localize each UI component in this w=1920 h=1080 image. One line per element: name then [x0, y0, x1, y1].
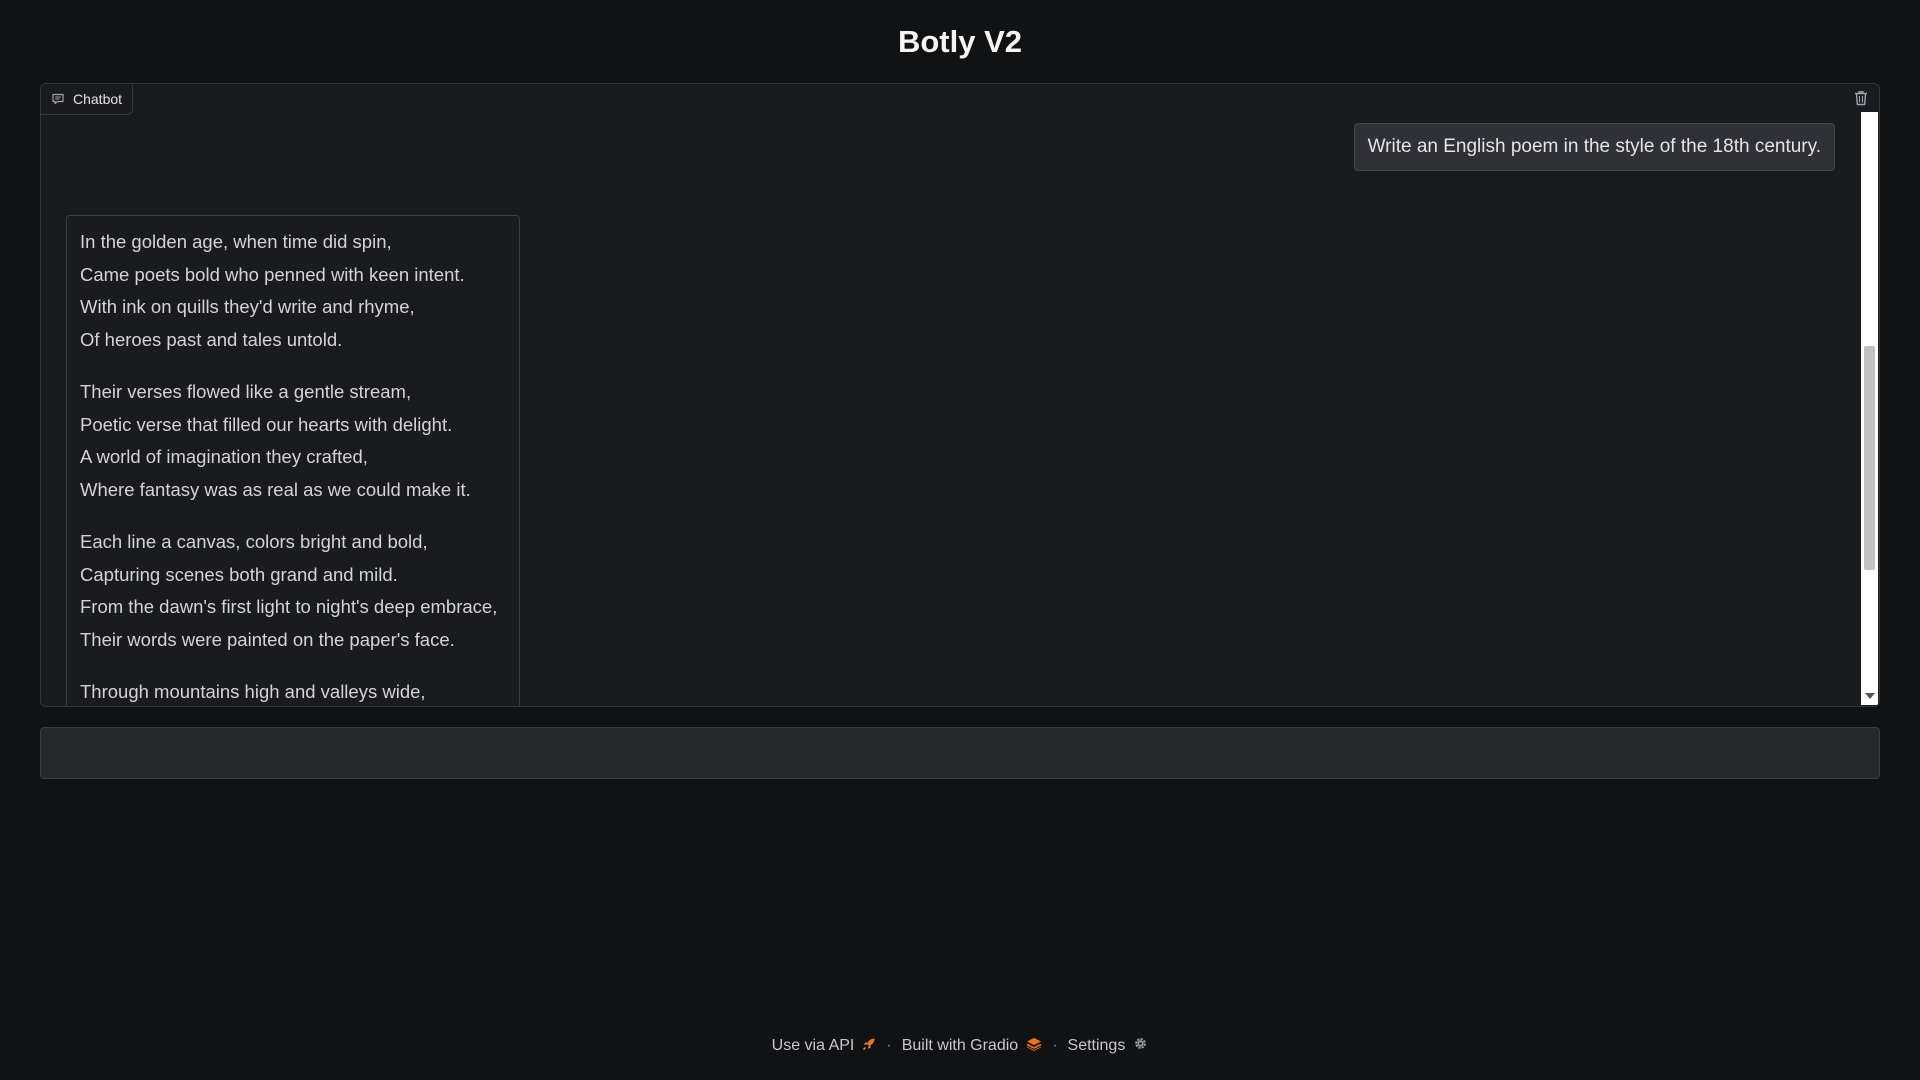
poem-line: Poetic verse that filled our hearts with… — [80, 413, 453, 435]
poem-line: With ink on quills they'd write and rhym… — [80, 296, 415, 317]
footer-separator: · — [1052, 1037, 1058, 1054]
built-with-gradio-label: Built with Gradio — [901, 1037, 1019, 1054]
poem-line: In the golden age, when time did spin, — [80, 231, 392, 252]
bot-message: In the golden age, when time did spin, C… — [66, 215, 520, 706]
gradio-logo-icon — [1026, 1037, 1042, 1056]
scroll-down-arrow-icon[interactable] — [1865, 693, 1875, 699]
poem-line: A world of imagination they crafted, — [80, 446, 368, 467]
poem-line: Capturing scenes both grand and mild. — [80, 563, 398, 585]
user-message: Write an English poem in the style of th… — [1353, 123, 1835, 171]
footer: Use via API · Built with Gradio · Settin… — [0, 1036, 1920, 1056]
chatbot-label-text: Chatbot — [73, 91, 123, 107]
poem-line: Where fantasy was as real as we could ma… — [80, 478, 471, 500]
app-root: Botly V2 Chatbot Write an English poem i… — [0, 0, 1920, 1080]
settings-label: Settings — [1067, 1037, 1126, 1054]
scrollbar-thumb[interactable] — [1864, 346, 1875, 570]
footer-separator: · — [886, 1037, 892, 1054]
app-title: Botly V2 — [897, 24, 1023, 59]
poem-line: Through mountains high and valleys wide, — [80, 681, 426, 702]
user-message-text: Write an English poem in the style of th… — [1367, 136, 1821, 157]
chat-messages[interactable]: Write an English poem in the style of th… — [41, 84, 1859, 706]
chatbot-label: Chatbot — [41, 84, 134, 115]
clear-chat-button[interactable] — [1849, 88, 1873, 112]
poem-stanza: Through mountains high and valleys wide, — [80, 676, 506, 706]
poem-stanza: In the golden age, when time did spin, C… — [80, 226, 506, 356]
poem-line: Each line a canvas, colors bright and bo… — [80, 531, 428, 552]
poem-line: Came poets bold who penned with keen int… — [80, 263, 465, 285]
rocket-icon — [862, 1037, 876, 1056]
poem-line: Their verses flowed like a gentle stream… — [80, 381, 412, 402]
use-via-api-label: Use via API — [771, 1037, 855, 1054]
poem-line: From the dawn's first light to night's d… — [80, 596, 498, 617]
built-with-gradio-link[interactable]: Built with Gradio — [902, 1037, 1043, 1056]
poem-stanza: Their verses flowed like a gentle stream… — [80, 376, 506, 506]
use-via-api-link[interactable]: Use via API — [772, 1037, 877, 1056]
gear-icon — [1133, 1036, 1148, 1056]
poem-line: Of heroes past and tales untold. — [80, 328, 343, 350]
poem-stanza: Each line a canvas, colors bright and bo… — [80, 526, 506, 656]
poem-line: Their words were painted on the paper's … — [80, 628, 455, 650]
settings-link[interactable]: Settings — [1068, 1036, 1149, 1056]
message-input-box[interactable] — [40, 727, 1880, 779]
message-input[interactable] — [41, 728, 1879, 778]
chat-bubble-icon — [51, 92, 65, 106]
trash-icon — [1854, 90, 1868, 111]
chat-scrollbar[interactable] — [1861, 112, 1878, 705]
chatbot-panel: Chatbot Write an English poem in the sty… — [40, 83, 1880, 707]
